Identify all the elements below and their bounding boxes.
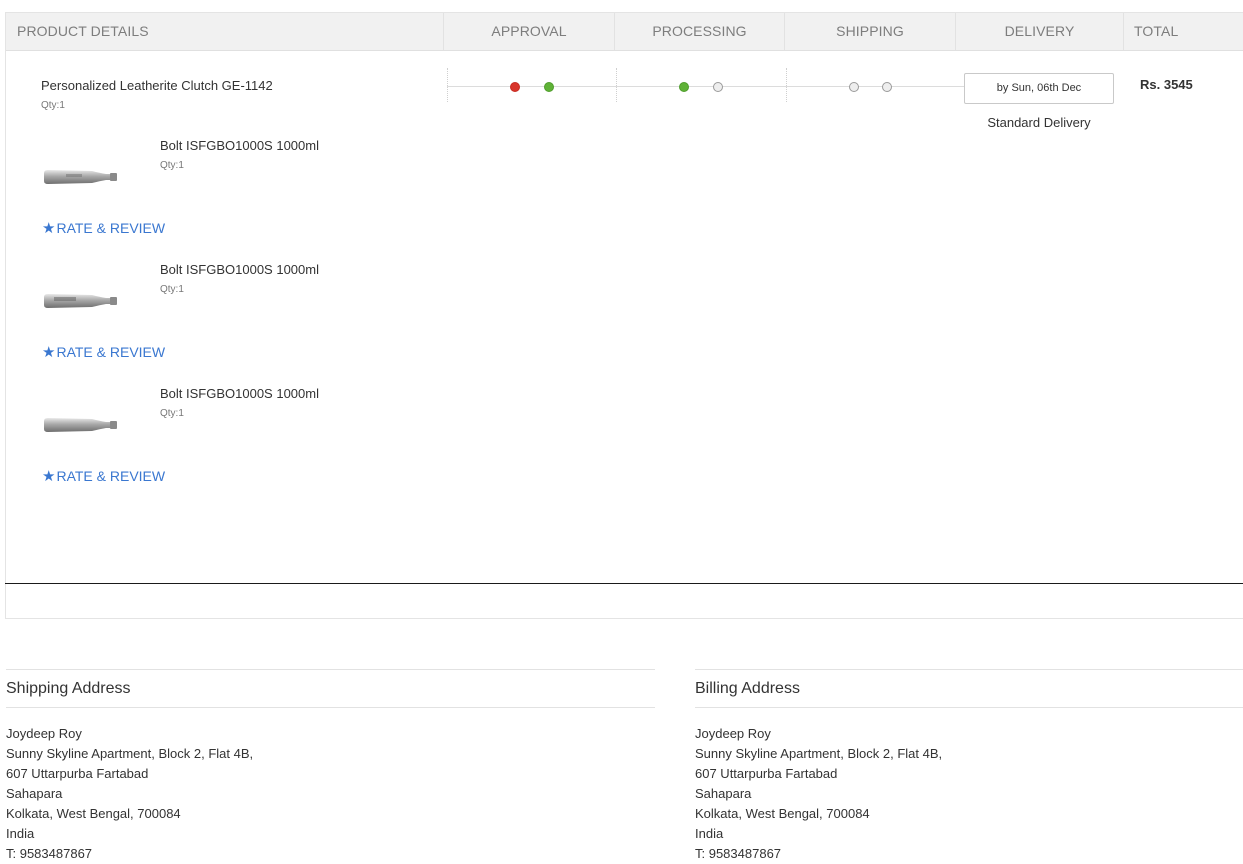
header-approval: APPROVAL bbox=[491, 23, 567, 39]
approval-status-dot-cancelled bbox=[510, 82, 520, 92]
section-divider bbox=[5, 583, 1243, 584]
rate-review-link[interactable]: ★RATE & REVIEW bbox=[42, 467, 165, 485]
header-product-details: PRODUCT DETAILS bbox=[17, 23, 149, 39]
processing-status-dot-done bbox=[679, 82, 689, 92]
sub-item-name: Bolt ISFGBO1000S 1000ml bbox=[160, 138, 319, 153]
address-line: Kolkata, West Bengal, 700084 bbox=[695, 806, 870, 821]
sub-item-qty: Qty:1 bbox=[160, 284, 184, 295]
sub-item-qty: Qty:1 bbox=[160, 408, 184, 419]
bottle-product-image[interactable] bbox=[42, 416, 118, 434]
main-product-name: Personalized Leatherite Clutch GE-1142 bbox=[41, 78, 273, 93]
divider bbox=[695, 707, 1243, 708]
rate-review-label: RATE & REVIEW bbox=[56, 344, 166, 360]
sub-item-name: Bolt ISFGBO1000S 1000ml bbox=[160, 386, 319, 401]
approval-status-dot-done bbox=[544, 82, 554, 92]
delivery-type: Standard Delivery bbox=[987, 115, 1091, 130]
shipping-address-section: Shipping Address Joydeep Roy Sunny Skyli… bbox=[6, 669, 655, 864]
header-processing: PROCESSING bbox=[652, 23, 747, 39]
address-line: Sunny Skyline Apartment, Block 2, Flat 4… bbox=[695, 746, 943, 761]
shipping-status-dot-pending bbox=[882, 82, 892, 92]
sub-item-qty: Qty:1 bbox=[160, 160, 184, 171]
tracking-divider bbox=[447, 68, 448, 102]
shipping-status-dot-pending bbox=[849, 82, 859, 92]
tracking-divider bbox=[616, 68, 617, 102]
address-line: Kolkata, West Bengal, 700084 bbox=[6, 806, 181, 821]
address-line: Sahapara bbox=[695, 786, 752, 801]
address-line: Joydeep Roy bbox=[6, 726, 82, 741]
header-divider bbox=[1123, 13, 1124, 50]
main-product-qty: Qty:1 bbox=[41, 100, 65, 111]
address-line: India bbox=[6, 826, 35, 841]
divider bbox=[6, 707, 655, 708]
address-line: Sahapara bbox=[6, 786, 63, 801]
delivery-date-badge: by Sun, 06th Dec bbox=[964, 73, 1114, 104]
address-line: Sunny Skyline Apartment, Block 2, Flat 4… bbox=[6, 746, 254, 761]
rate-review-link[interactable]: ★RATE & REVIEW bbox=[42, 343, 165, 361]
order-total: Rs. 3545 bbox=[1140, 77, 1193, 92]
tracking-divider bbox=[786, 68, 787, 102]
address-line: Joydeep Roy bbox=[695, 726, 771, 741]
shipping-address-title: Shipping Address bbox=[6, 680, 131, 697]
address-phone: T: 9583487867 bbox=[695, 846, 782, 861]
billing-address-lines: Joydeep Roy Sunny Skyline Apartment, Blo… bbox=[695, 724, 1243, 864]
address-phone: T: 9583487867 bbox=[6, 846, 93, 861]
address-line: India bbox=[695, 826, 724, 841]
billing-address-title: Billing Address bbox=[695, 680, 800, 697]
address-line: 607 Uttarpurba Fartabad bbox=[6, 766, 149, 781]
header-total: TOTAL bbox=[1134, 23, 1179, 39]
header-shipping: SHIPPING bbox=[836, 23, 904, 39]
address-line: 607 Uttarpurba Fartabad bbox=[695, 766, 838, 781]
processing-status-dot-pending bbox=[713, 82, 723, 92]
shipping-address-lines: Joydeep Roy Sunny Skyline Apartment, Blo… bbox=[6, 724, 655, 864]
billing-address-section: Billing Address Joydeep Roy Sunny Skylin… bbox=[695, 669, 1243, 864]
rate-review-link[interactable]: ★RATE & REVIEW bbox=[42, 219, 165, 237]
rate-review-label: RATE & REVIEW bbox=[56, 468, 166, 484]
star-icon: ★ bbox=[42, 468, 56, 485]
star-icon: ★ bbox=[42, 344, 56, 361]
star-icon: ★ bbox=[42, 220, 56, 237]
rate-review-label: RATE & REVIEW bbox=[56, 220, 166, 236]
sub-item-name: Bolt ISFGBO1000S 1000ml bbox=[160, 262, 319, 277]
header-delivery: DELIVERY bbox=[1004, 23, 1075, 39]
bottle-product-image[interactable] bbox=[42, 168, 118, 186]
table-header: PRODUCT DETAILS APPROVAL PROCESSING SHIP… bbox=[6, 13, 1243, 51]
bottle-product-image[interactable] bbox=[42, 292, 118, 310]
